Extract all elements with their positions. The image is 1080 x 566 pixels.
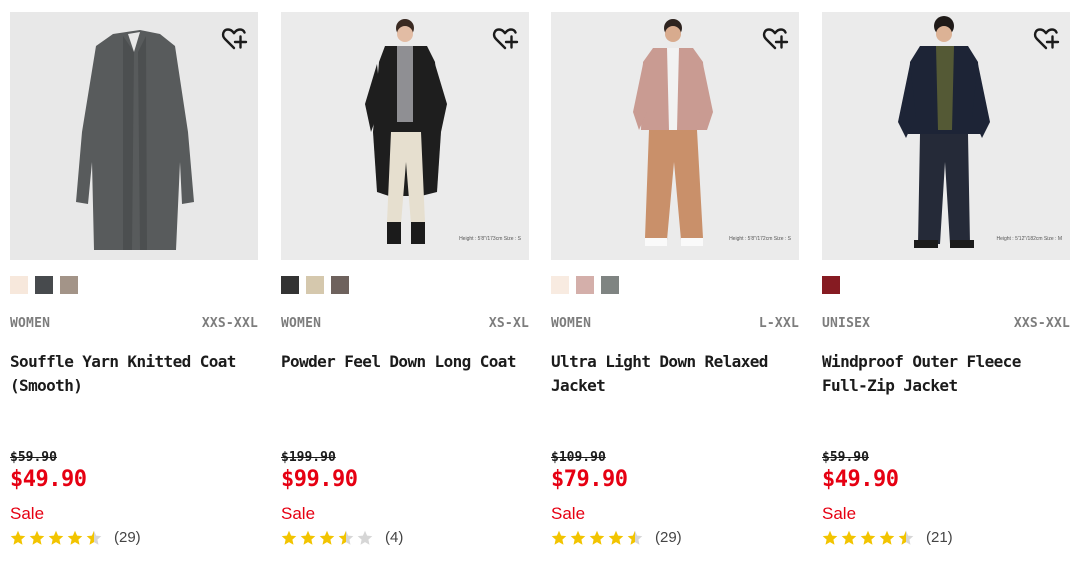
color-swatches	[551, 276, 619, 294]
star-icon	[357, 530, 373, 545]
star-icon	[551, 530, 567, 545]
star-icon	[319, 530, 335, 545]
color-swatch[interactable]	[576, 276, 594, 294]
review-count: (4)	[385, 529, 404, 546]
product-rating[interactable]: (29)	[10, 529, 141, 546]
product-image[interactable]	[10, 12, 258, 260]
sale-label: Sale	[822, 504, 857, 523]
size-range: L-XXL	[758, 316, 799, 331]
star-icon	[338, 530, 354, 545]
original-price: $59.90	[10, 450, 57, 465]
star-icon	[898, 530, 914, 545]
product-image[interactable]: Height : 5'8"/173cm Size : S	[281, 12, 529, 260]
product-rating[interactable]: (4)	[281, 529, 403, 546]
sale-label: Sale	[10, 504, 45, 523]
product-card: Height : 5'8"/172cm Size : S WOMEN L-XXL…	[551, 12, 799, 546]
star-icon	[86, 530, 102, 545]
product-card: Height : 5'8"/173cm Size : S WOMEN XS-XL…	[281, 12, 529, 546]
star-icon	[627, 530, 643, 545]
wishlist-icon[interactable]	[220, 26, 248, 52]
star-icon	[281, 530, 297, 545]
sale-price: $99.90	[281, 467, 358, 492]
product-rating[interactable]: (21)	[822, 529, 953, 546]
sale-label: Sale	[281, 504, 316, 523]
product-card: Height : 5'12"/182cm Size : M UNISEX XXS…	[822, 12, 1070, 546]
original-price: $199.90	[281, 450, 336, 465]
star-icon	[822, 530, 838, 545]
color-swatch[interactable]	[822, 276, 840, 294]
gender-label: WOMEN	[10, 316, 51, 331]
star-icon	[589, 530, 605, 545]
star-rating	[10, 529, 106, 546]
star-icon	[29, 530, 45, 545]
sale-price: $79.90	[551, 467, 628, 492]
star-rating	[822, 529, 918, 546]
wishlist-icon[interactable]	[491, 26, 519, 52]
color-swatch[interactable]	[331, 276, 349, 294]
color-swatch[interactable]	[306, 276, 324, 294]
color-swatches	[10, 276, 78, 294]
review-count: (29)	[655, 529, 682, 546]
product-meta: WOMEN XS-XL	[281, 316, 529, 331]
model-size-note: Height : 5'12"/182cm Size : M	[996, 236, 1062, 242]
star-icon	[608, 530, 624, 545]
product-meta: UNISEX XXS-XXL	[822, 316, 1070, 331]
star-icon	[879, 530, 895, 545]
size-range: XXS-XXL	[1013, 316, 1070, 331]
product-card: WOMEN XXS-XXL Souffle Yarn Knitted Coat …	[10, 12, 258, 546]
model-size-note: Height : 5'8"/172cm Size : S	[729, 236, 791, 242]
star-icon	[10, 530, 26, 545]
color-swatch[interactable]	[281, 276, 299, 294]
star-rating	[281, 529, 377, 546]
product-name[interactable]: Souffle Yarn Knitted Coat (Smooth)	[10, 350, 258, 398]
wishlist-icon[interactable]	[761, 26, 789, 52]
star-icon	[570, 530, 586, 545]
product-rating[interactable]: (29)	[551, 529, 682, 546]
color-swatches	[822, 276, 840, 294]
star-rating	[551, 529, 647, 546]
gender-label: WOMEN	[281, 316, 322, 331]
size-range: XS-XL	[488, 316, 529, 331]
original-price: $59.90	[822, 450, 869, 465]
product-name[interactable]: Powder Feel Down Long Coat	[281, 350, 529, 374]
color-swatch[interactable]	[60, 276, 78, 294]
star-icon	[860, 530, 876, 545]
star-icon	[48, 530, 64, 545]
color-swatch[interactable]	[551, 276, 569, 294]
size-range: XXS-XXL	[201, 316, 258, 331]
color-swatch[interactable]	[601, 276, 619, 294]
wishlist-icon[interactable]	[1032, 26, 1060, 52]
star-icon	[67, 530, 83, 545]
product-name[interactable]: Windproof Outer Fleece Full-Zip Jacket	[822, 350, 1070, 398]
sale-price: $49.90	[822, 467, 899, 492]
color-swatches	[281, 276, 349, 294]
star-icon	[300, 530, 316, 545]
gender-label: WOMEN	[551, 316, 592, 331]
sale-label: Sale	[551, 504, 586, 523]
gender-label: UNISEX	[822, 316, 871, 331]
product-image[interactable]: Height : 5'12"/182cm Size : M	[822, 12, 1070, 260]
star-icon	[841, 530, 857, 545]
product-image[interactable]: Height : 5'8"/172cm Size : S	[551, 12, 799, 260]
product-grid: WOMEN XXS-XXL Souffle Yarn Knitted Coat …	[0, 0, 1080, 566]
review-count: (21)	[926, 529, 953, 546]
model-size-note: Height : 5'8"/173cm Size : S	[459, 236, 521, 242]
review-count: (29)	[114, 529, 141, 546]
original-price: $109.90	[551, 450, 606, 465]
product-name[interactable]: Ultra Light Down Relaxed Jacket	[551, 350, 799, 398]
sale-price: $49.90	[10, 467, 87, 492]
color-swatch[interactable]	[35, 276, 53, 294]
color-swatch[interactable]	[10, 276, 28, 294]
product-meta: WOMEN XXS-XXL	[10, 316, 258, 331]
product-meta: WOMEN L-XXL	[551, 316, 799, 331]
